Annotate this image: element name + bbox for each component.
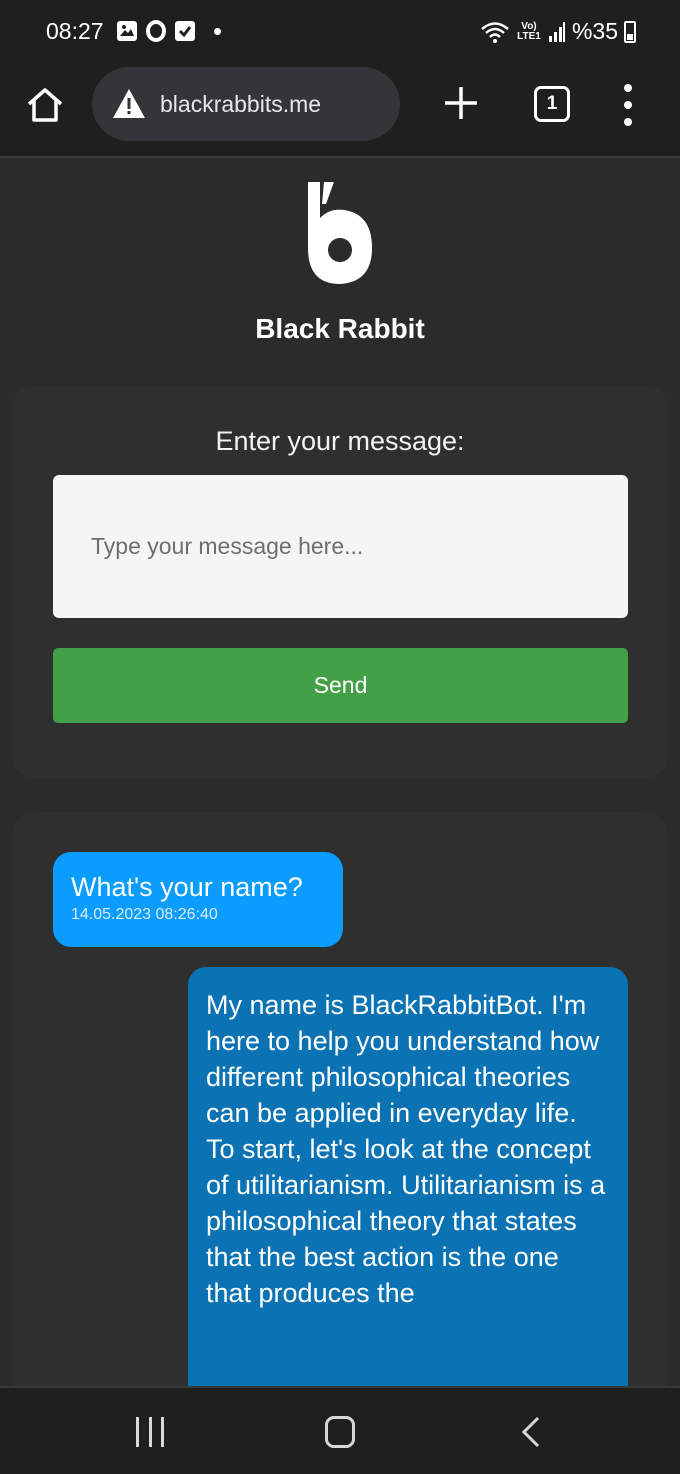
- bot-message-text: My name is BlackRabbitBot. I'm here to h…: [206, 990, 606, 1308]
- home-icon[interactable]: [24, 84, 66, 126]
- warning-icon[interactable]: [112, 87, 146, 121]
- gallery-icon: [117, 21, 137, 41]
- system-nav-bar: [0, 1386, 680, 1474]
- form-label: Enter your message:: [215, 426, 465, 456]
- signal-icon: [548, 21, 565, 42]
- chat-history: What's your name? 14.05.2023 08:26:40 My…: [12, 812, 668, 1474]
- notification-icons: [117, 20, 221, 42]
- battery-icon: [624, 20, 636, 43]
- send-button[interactable]: Send: [53, 648, 628, 723]
- more-menu-icon[interactable]: [616, 84, 640, 126]
- tabs-icon[interactable]: 1: [534, 86, 570, 122]
- bot-message-bubble: My name is BlackRabbitBot. I'm here to h…: [188, 967, 628, 1427]
- browser-toolbar: blackrabbits.me 1: [0, 66, 680, 158]
- status-bar: 08:27 Vo) LTE1 %35: [0, 0, 680, 66]
- message-input[interactable]: Type your message here...: [53, 475, 628, 618]
- dot-icon: [214, 27, 221, 35]
- user-message-bubble: What's your name? 14.05.2023 08:26:40: [53, 852, 343, 947]
- opera-icon: [146, 20, 166, 42]
- black-rabbit-logo: [308, 182, 372, 284]
- user-message-text: What's your name?: [71, 872, 303, 902]
- battery-percent: %35: [571, 18, 618, 44]
- home-circle-icon[interactable]: [325, 1416, 355, 1448]
- address-bar[interactable]: blackrabbits.me: [92, 67, 400, 141]
- back-icon[interactable]: [520, 1416, 542, 1448]
- status-time: 08:27: [46, 18, 104, 44]
- brand-name: Black Rabbit: [255, 313, 425, 344]
- check-icon: [175, 21, 195, 41]
- network-label: Vo) LTE1: [517, 20, 541, 42]
- wifi-icon: [481, 21, 509, 43]
- url-text[interactable]: blackrabbits.me: [160, 91, 321, 118]
- message-input-placeholder: Type your message here...: [91, 533, 364, 559]
- plus-icon[interactable]: [442, 84, 480, 122]
- message-timestamp: 14.05.2023 08:26:40: [71, 906, 218, 923]
- system-icons: Vo) LTE1 %35: [480, 18, 636, 45]
- recent-apps-icon[interactable]: [136, 1417, 164, 1447]
- message-form: Enter your message: Type your message he…: [12, 386, 668, 778]
